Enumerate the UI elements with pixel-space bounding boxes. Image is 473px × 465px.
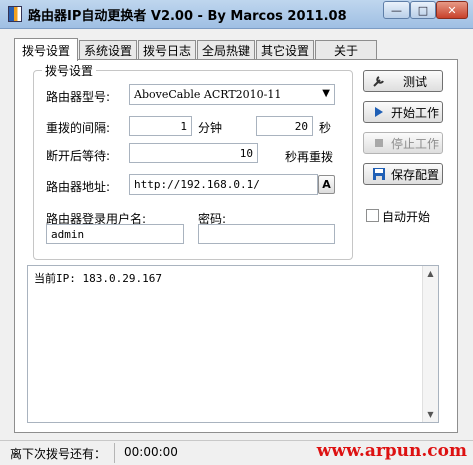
- save-config-button[interactable]: 保存配置: [363, 163, 443, 185]
- window-title: 路由器IP自动更换者 V2.00 - By Marcos 2011.08: [28, 9, 347, 24]
- scroll-down-icon[interactable]: ▼: [423, 407, 438, 422]
- chevron-down-icon: ▼: [322, 88, 330, 99]
- username-input[interactable]: admin: [46, 224, 184, 244]
- status-divider: [114, 443, 115, 463]
- router-address-input[interactable]: http://192.168.0.1/: [129, 174, 318, 195]
- title-bar: 路由器IP自动更换者 V2.00 - By Marcos 2011.08 — □…: [0, 0, 473, 29]
- play-icon: [370, 106, 388, 118]
- minutes-unit-label: 分钟: [198, 121, 223, 135]
- wrench-icon: [370, 74, 388, 88]
- test-button[interactable]: 测试: [363, 70, 443, 92]
- current-ip-text: 当前IP: 183.0.29.167: [34, 272, 162, 285]
- tab-dial-log[interactable]: 拨号日志: [138, 40, 196, 59]
- address-a-button[interactable]: A: [318, 175, 335, 194]
- tab-global-hotkeys[interactable]: 全局热键: [197, 40, 255, 59]
- tab-other-settings[interactable]: 其它设置: [256, 40, 314, 59]
- start-work-label: 开始工作: [390, 105, 439, 120]
- seconds-unit-label: 秒: [319, 121, 332, 135]
- next-dial-label: 离下次拨号还有：: [10, 447, 107, 461]
- stop-icon: [370, 138, 388, 148]
- tab-dial-settings[interactable]: 拨号设置: [14, 38, 78, 61]
- router-model-select[interactable]: AboveCable ACRT2010-11 ▼: [129, 84, 335, 105]
- close-button[interactable]: ✕: [436, 1, 468, 19]
- save-config-label: 保存配置: [390, 167, 439, 182]
- watermark-text: www.arpun.com: [316, 441, 467, 461]
- interval-seconds-input[interactable]: 20: [256, 116, 313, 136]
- router-model-value: AboveCable ACRT2010-11: [134, 88, 282, 101]
- redial-interval-label: 重拨的间隔:: [46, 121, 111, 135]
- log-textarea[interactable]: 当前IP: 183.0.29.167 ▲ ▼: [27, 265, 439, 423]
- test-button-label: 测试: [402, 74, 427, 89]
- wait-suffix-label: 秒再重拨: [285, 150, 334, 164]
- start-work-button[interactable]: 开始工作: [363, 101, 443, 123]
- router-address-label: 路由器地址:: [46, 180, 111, 194]
- wait-seconds-input[interactable]: 10: [129, 143, 258, 163]
- stop-work-label: 停止工作: [390, 136, 439, 151]
- log-scrollbar[interactable]: ▲ ▼: [422, 266, 438, 422]
- stop-work-button[interactable]: 停止工作: [363, 132, 443, 154]
- maximize-button[interactable]: □: [410, 1, 436, 19]
- tab-about[interactable]: 关于: [315, 40, 377, 59]
- tab-system-settings[interactable]: 系统设置: [79, 40, 137, 59]
- next-dial-time: 00:00:00: [124, 445, 178, 459]
- password-input[interactable]: [198, 224, 335, 244]
- wait-after-disconnect-label: 断开后等待:: [46, 149, 111, 163]
- floppy-disk-icon: [370, 167, 388, 181]
- interval-minutes-input[interactable]: 1: [129, 116, 192, 136]
- app-window: 路由器IP自动更换者 V2.00 - By Marcos 2011.08 — □…: [0, 0, 473, 465]
- auto-start-label: 自动开始: [382, 210, 431, 224]
- group-title: 拨号设置: [42, 62, 97, 79]
- app-icon: [8, 6, 22, 22]
- minimize-button[interactable]: —: [383, 1, 410, 19]
- scroll-up-icon[interactable]: ▲: [423, 266, 438, 281]
- router-model-label: 路由器型号:: [46, 90, 111, 104]
- auto-start-checkbox[interactable]: [366, 209, 379, 222]
